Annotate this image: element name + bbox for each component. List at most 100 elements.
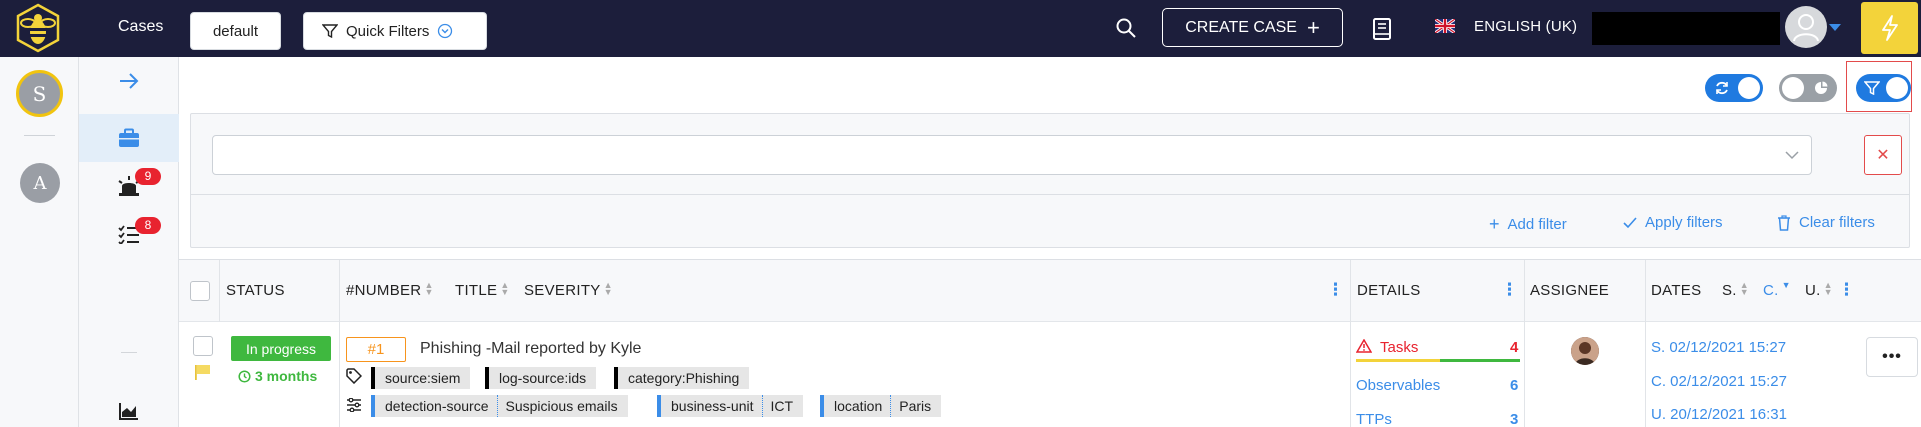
alerts-count-badge: 9 xyxy=(135,168,161,185)
case-duration: 3 months xyxy=(238,368,317,384)
sort-icon: ▲ ▼ xyxy=(1823,280,1833,297)
filter-field-select[interactable] xyxy=(212,135,1812,175)
column-header-dates: DATES xyxy=(1651,282,1702,299)
sort-desc-icon: ▼ xyxy=(1781,280,1791,290)
custom-field-separator xyxy=(496,395,498,417)
user-menu-chevron-down-icon[interactable] xyxy=(1829,24,1841,31)
user-avatar[interactable] xyxy=(1785,6,1827,48)
sort-by-updated-date-label: U. xyxy=(1805,282,1821,299)
observables-link[interactable]: Observables xyxy=(1356,377,1440,394)
custom-field-chip[interactable]: detection-source Suspicious emails xyxy=(371,395,628,417)
ttps-link[interactable]: TTPs xyxy=(1356,411,1392,427)
org-avatar-s[interactable]: S xyxy=(16,70,63,117)
filter-preset-default-chip[interactable]: default xyxy=(190,12,281,50)
assignee-avatar[interactable] xyxy=(1571,337,1599,365)
tasks-progress-done xyxy=(1440,359,1520,362)
observables-count: 6 xyxy=(1510,377,1519,394)
case-number-badge[interactable]: #1 xyxy=(346,337,406,362)
expand-sidebar-button[interactable] xyxy=(79,57,179,105)
column-header-title[interactable]: TITLE ▲ ▼ xyxy=(455,281,510,300)
tasks-count: 4 xyxy=(1510,339,1519,356)
close-icon: ✕ xyxy=(1876,147,1890,164)
warning-triangle-icon xyxy=(1355,338,1373,358)
add-filter-button[interactable]: + Add filter xyxy=(1489,214,1567,235)
nav-item-dashboards[interactable] xyxy=(79,387,179,427)
flag-icon[interactable] xyxy=(194,364,212,385)
plus-icon: + xyxy=(1489,214,1500,234)
filters-toggle-highlight xyxy=(1846,61,1912,112)
sort-by-created-date[interactable]: C. ▼ xyxy=(1763,280,1791,300)
column-divider xyxy=(1350,322,1351,427)
trash-icon xyxy=(1778,214,1790,231)
sort-by-start-date[interactable]: S. ▲ ▼ xyxy=(1722,281,1749,300)
custom-fields-sliders-icon xyxy=(346,397,362,417)
details-columns-menu-icon[interactable]: ⋮ xyxy=(1501,280,1518,300)
check-icon xyxy=(1623,216,1637,228)
area-chart-icon xyxy=(119,403,138,420)
status-badge: In progress xyxy=(231,336,331,361)
cases-table-header: STATUS #NUMBER ▲ ▼ TITLE ▲ ▼ SEVERITY ▲ ▼ ⋮ DE… xyxy=(179,259,1921,427)
nav-item-tasks[interactable]: 8 xyxy=(79,210,179,258)
page-title: Cases xyxy=(118,18,164,35)
custom-field-separator xyxy=(890,395,892,417)
nav-item-cases[interactable] xyxy=(79,114,179,162)
documentation-book-icon[interactable] xyxy=(1371,17,1393,41)
tag-chip[interactable]: category:Phishing xyxy=(614,367,750,389)
apply-filters-label: Apply filters xyxy=(1645,214,1723,231)
custom-field-chip[interactable]: location Paris xyxy=(820,395,942,417)
select-all-checkbox[interactable] xyxy=(190,281,210,301)
org-avatar-a[interactable]: A xyxy=(20,163,60,203)
plus-icon: + xyxy=(1306,14,1320,40)
top-bar: Cases CREATE CASE + ENGLISH (UK) xyxy=(0,0,1921,57)
row-actions-button[interactable]: ••• xyxy=(1866,337,1918,377)
quick-filters-label: Quick Filters xyxy=(346,22,430,40)
tasks-progress-pending xyxy=(1356,359,1440,362)
stats-toggle[interactable] xyxy=(1779,74,1837,102)
dates-columns-menu-icon[interactable]: ⋮ xyxy=(1838,280,1855,300)
row-select-checkbox[interactable] xyxy=(193,336,213,356)
auto-refresh-toggle[interactable] xyxy=(1705,74,1763,102)
quick-actions-bolt-button[interactable] xyxy=(1861,2,1918,54)
column-header-assignee[interactable]: ASSIGNEE xyxy=(1530,282,1609,299)
column-header-number[interactable]: #NUMBER ▲ ▼ xyxy=(346,281,434,300)
updated-date: U. 20/12/2021 16:31 xyxy=(1651,406,1787,423)
remove-filter-button[interactable]: ✕ xyxy=(1864,135,1902,175)
pie-chart-icon xyxy=(1815,81,1828,94)
custom-field-name: business-unit xyxy=(671,398,754,414)
filters-panel: ✕ + Add filter Apply filters Clear filte… xyxy=(190,113,1910,248)
case-title-link[interactable]: Phishing -Mail reported by Kyle xyxy=(420,340,641,358)
apply-filters-button[interactable]: Apply filters xyxy=(1623,214,1723,231)
tasks-link[interactable]: Tasks xyxy=(1380,339,1418,356)
tag-chip[interactable]: source:siem xyxy=(371,367,471,389)
create-case-button[interactable]: CREATE CASE + xyxy=(1162,8,1343,47)
custom-field-chip[interactable]: business-unit ICT xyxy=(657,395,804,417)
tag-chip[interactable]: log-source:ids xyxy=(485,367,597,389)
chevron-down-circle-icon xyxy=(438,23,453,39)
search-icon[interactable] xyxy=(1114,16,1138,40)
column-divider xyxy=(1645,322,1646,427)
column-header-status[interactable]: STATUS xyxy=(226,282,285,299)
thehive-logo-icon[interactable] xyxy=(14,3,62,53)
organisation-rail: S A xyxy=(0,57,79,427)
column-header-details[interactable]: DETAILS xyxy=(1357,282,1421,299)
column-divider xyxy=(339,322,340,427)
quick-filters-dropdown[interactable]: Quick Filters xyxy=(303,12,487,50)
org-avatar-s-letter: S xyxy=(32,81,47,106)
nav-item-alerts[interactable]: 9 xyxy=(79,162,179,210)
add-filter-label: Add filter xyxy=(1507,216,1567,233)
uk-flag-icon[interactable] xyxy=(1434,17,1456,35)
custom-field-name: detection-source xyxy=(385,398,489,414)
filters-divider xyxy=(191,194,1909,195)
language-selector[interactable]: ENGLISH (UK) xyxy=(1474,18,1577,35)
tag-icon xyxy=(346,368,363,389)
case-columns-menu-icon[interactable]: ⋮ xyxy=(1327,280,1344,300)
created-date: C. 02/12/2021 15:27 xyxy=(1651,373,1787,390)
custom-field-value: Suspicious emails xyxy=(505,398,618,414)
column-header-severity[interactable]: SEVERITY ▲ ▼ xyxy=(524,281,613,300)
create-case-label: CREATE CASE xyxy=(1185,18,1297,36)
clear-filters-button[interactable]: Clear filters xyxy=(1777,214,1875,231)
sort-by-updated-date[interactable]: U. ▲ ▼ xyxy=(1805,280,1833,300)
ellipsis-icon: ••• xyxy=(1882,348,1902,365)
sort-by-created-date-label: C. xyxy=(1763,282,1779,299)
rail-divider xyxy=(24,135,55,136)
